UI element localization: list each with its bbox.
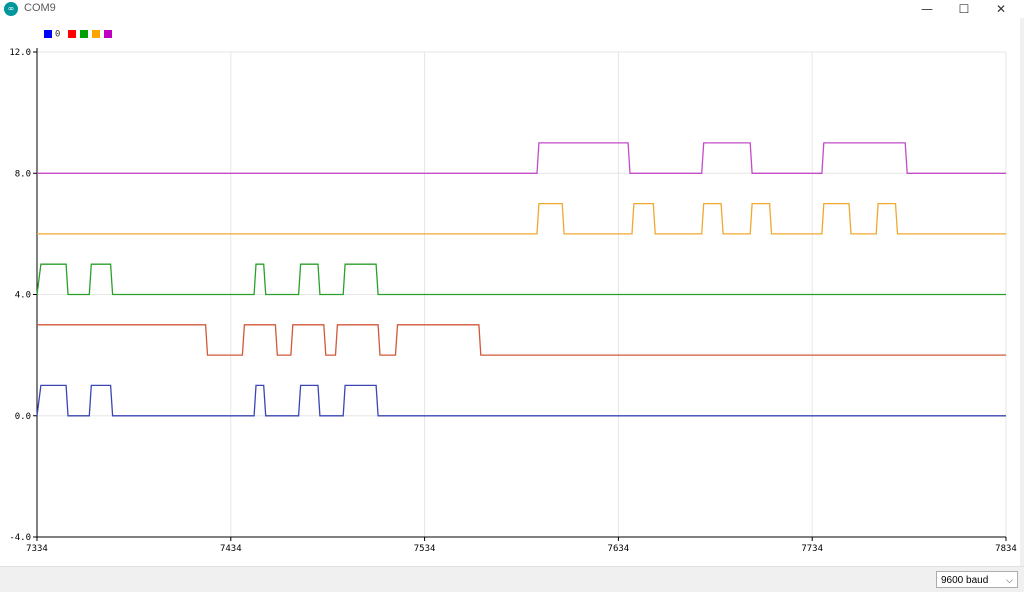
- legend-swatch-4: [92, 30, 100, 38]
- series-line-4: [37, 202, 1006, 235]
- x-tick-label: 7334: [26, 544, 48, 554]
- series-line-2: [37, 324, 1006, 356]
- minimize-button[interactable]: —: [910, 0, 944, 18]
- series-line-3: [36, 263, 1006, 296]
- series-line-1: [36, 384, 1006, 417]
- window-edge: [1020, 18, 1024, 566]
- legend-swatch-3: [80, 30, 88, 38]
- legend-label: 0: [55, 27, 61, 37]
- legend-swatch-2: [68, 30, 76, 38]
- serial-plotter-chart: 7334 7434 7534 7634 7734 7834 -4.0 0.0 4.0 8.0 12.…: [9, 48, 1017, 554]
- y-tick-label: 8.0: [15, 169, 31, 179]
- x-tick-label: 7534: [414, 544, 436, 554]
- legend-swatch-5: [104, 30, 112, 38]
- status-bar: 9600 baud ⌵: [0, 566, 1024, 592]
- series-line-5: [37, 142, 1006, 174]
- baud-rate-value: 9600 baud: [941, 575, 989, 586]
- x-tick-label: 7434: [220, 544, 242, 554]
- y-tick-label: 0.0: [15, 412, 31, 422]
- maximize-button[interactable]: ☐: [947, 0, 981, 18]
- arduino-icon: ∞: [4, 2, 18, 16]
- x-tick-label: 7734: [801, 544, 823, 554]
- chevron-down-icon: ⌵: [1006, 575, 1013, 585]
- title-bar: ∞ COM9 — ☐ ✕: [0, 0, 1024, 18]
- baud-rate-select[interactable]: 9600 baud ⌵: [936, 571, 1018, 588]
- x-tick-label: 7834: [995, 544, 1017, 554]
- close-button[interactable]: ✕: [984, 0, 1018, 18]
- y-tick-label: 4.0: [15, 291, 31, 301]
- y-tick-label: -4.0: [9, 533, 31, 543]
- x-tick-label: 7634: [608, 544, 630, 554]
- legend-swatch-1: [44, 30, 52, 38]
- y-tick-label: 12.0: [9, 48, 31, 58]
- window-title: COM9: [24, 2, 56, 14]
